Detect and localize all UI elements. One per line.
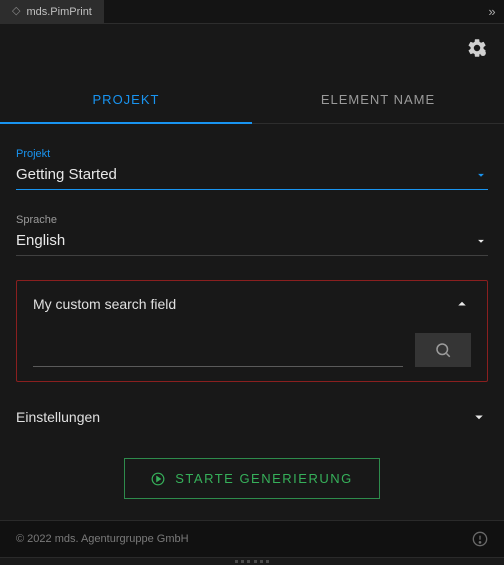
custom-search-panel: My custom search field — [16, 280, 488, 382]
app-window: ◇ mds.PimPrint » PROJEKT ELEMENT NAME Pr… — [0, 0, 504, 565]
chevron-down-icon — [470, 408, 488, 426]
tab-element-name[interactable]: ELEMENT NAME — [252, 76, 504, 123]
panel-title: Einstellungen — [16, 409, 100, 425]
project-select[interactable]: Getting Started — [16, 166, 488, 190]
search-input[interactable] — [33, 339, 403, 367]
grip-icon — [235, 560, 269, 563]
language-field: Sprache English — [16, 190, 488, 256]
project-field: Projekt Getting Started — [16, 124, 488, 190]
generate-wrap: STARTE GENERIERUNG — [16, 438, 488, 515]
content: Projekt Getting Started Sprache English … — [0, 124, 504, 520]
tab-label: PROJEKT — [93, 92, 160, 107]
field-value: Getting Started — [16, 166, 474, 183]
drag-handle-icon: ◇ — [12, 6, 20, 17]
chevron-up-icon — [453, 295, 471, 313]
tab-label: ELEMENT NAME — [321, 92, 435, 107]
field-label: Sprache — [16, 214, 488, 226]
window-tab-title: mds.PimPrint — [26, 6, 91, 18]
footer: © 2022 mds. Agenturgruppe GmbH — [0, 520, 504, 557]
search-icon — [434, 341, 452, 359]
titlebar: ◇ mds.PimPrint » — [0, 0, 504, 24]
settings-panel-header[interactable]: Einstellungen — [16, 396, 488, 438]
gear-icon — [466, 37, 488, 59]
alert-icon[interactable] — [472, 531, 488, 547]
expand-button[interactable]: » — [480, 0, 504, 23]
button-label: STARTE GENERIERUNG — [175, 471, 352, 486]
search-button[interactable] — [415, 333, 471, 367]
field-label: Projekt — [16, 148, 488, 160]
panel-header[interactable]: My custom search field — [33, 295, 471, 313]
header — [0, 24, 504, 76]
caret-down-icon — [474, 168, 488, 182]
play-icon — [151, 472, 165, 486]
start-generation-button[interactable]: STARTE GENERIERUNG — [124, 458, 379, 499]
search-row — [33, 333, 471, 367]
main-tabs: PROJEKT ELEMENT NAME — [0, 76, 504, 124]
chevron-right-icon: » — [488, 4, 495, 19]
panel-title: My custom search field — [33, 296, 176, 312]
caret-down-icon — [474, 234, 488, 248]
language-select[interactable]: English — [16, 232, 488, 256]
resize-handle[interactable] — [0, 557, 504, 565]
field-value: English — [16, 232, 474, 249]
window-tab[interactable]: ◇ mds.PimPrint — [0, 0, 105, 23]
settings-gear-button[interactable] — [466, 37, 488, 64]
tab-project[interactable]: PROJEKT — [0, 76, 252, 123]
copyright-text: © 2022 mds. Agenturgruppe GmbH — [16, 533, 189, 545]
